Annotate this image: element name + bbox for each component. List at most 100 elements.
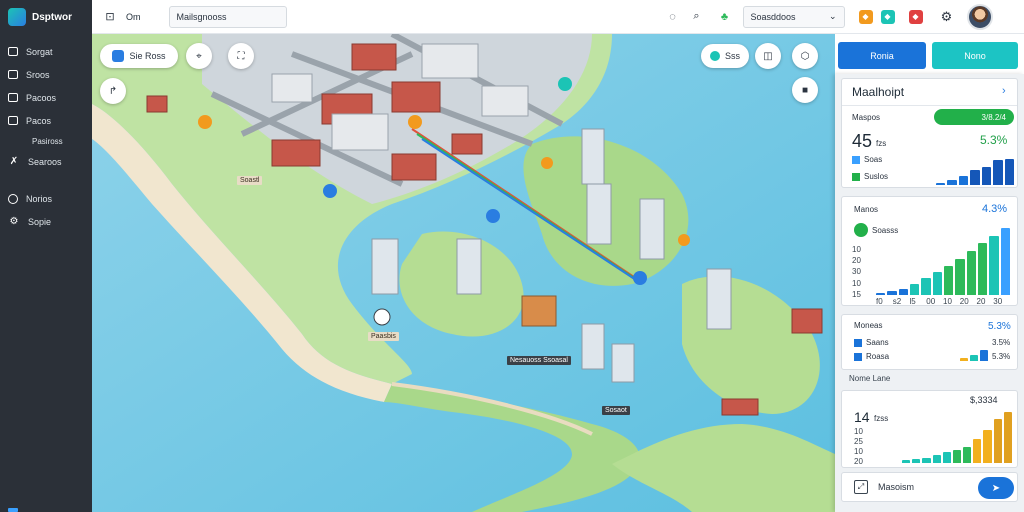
info-icon[interactable]: ◆ [880, 9, 895, 24]
chart-bar [947, 180, 957, 185]
filter-select[interactable]: Soasddoos ⌄ [742, 5, 845, 28]
map-label: Sosaot [602, 406, 630, 415]
card4-value: 14 [854, 409, 870, 425]
check-icon [854, 223, 868, 237]
avatar[interactable] [966, 3, 993, 30]
menu-label[interactable]: Om [126, 12, 141, 22]
leaf-icon[interactable]: ♣ [717, 9, 733, 25]
legend-swatch [852, 155, 860, 164]
layers-alt-icon[interactable]: ⬡ [792, 43, 818, 69]
card3-value: 5.3% [992, 352, 1011, 361]
sidebar-item-7[interactable]: Norios [0, 187, 92, 210]
legend-item: Soas [852, 155, 882, 164]
sidebar-item-5[interactable]: ✗ Searoos [0, 150, 92, 173]
chevron-down-icon: ⌄ [828, 11, 837, 21]
fullscreen-icon[interactable]: ⛶ [228, 43, 254, 69]
footer-row: ⤢ Masoism [854, 480, 914, 494]
gear-icon[interactable]: ⚙ [939, 9, 955, 25]
search-input[interactable]: Mailsgnooss [168, 5, 287, 28]
tick-label: 20 [959, 297, 969, 306]
chart-bar [963, 446, 972, 463]
app-logo-icon [8, 8, 26, 26]
sidebar-item-label: Sopie [28, 216, 52, 227]
sidebar-item-label: Sroos [26, 69, 50, 80]
chart-bar [921, 278, 931, 295]
sidebar-item-label: Norios [26, 193, 53, 204]
volume-card: 14 fzss $,3334 10 25 10 20 [841, 390, 1018, 468]
sidebar-item-6[interactable] [0, 173, 92, 512]
circle-icon [8, 193, 18, 204]
chart-bar [910, 284, 920, 295]
sidebar-item-label: Pacoos [26, 92, 57, 103]
send-button[interactable]: ➤ [978, 477, 1014, 499]
card2-percent: 4.3% [982, 203, 1008, 215]
legend-item: Roasa [854, 352, 889, 361]
map-canvas [92, 34, 835, 512]
legend-swatch [854, 338, 862, 347]
expand-icon[interactable]: ⤢ [854, 480, 868, 494]
legend-item: Suslos [852, 172, 888, 181]
search-value: Mailsgnooss [176, 11, 227, 22]
panel-title: Maalhoipt [852, 85, 905, 99]
stats-panel: Maalhoipt › Maspos 3/8.2/4 45 fzs 5.3% S… [835, 74, 1024, 512]
camera-icon[interactable]: ◫ [755, 43, 781, 69]
chart-bar [970, 354, 978, 361]
card1-label: Maspos [852, 113, 881, 122]
locate-icon[interactable]: ⌖ [186, 43, 212, 69]
chart-bar [993, 418, 1002, 463]
sidebar-item-4[interactable]: Pasiross [0, 132, 92, 150]
summary-card: Maalhoipt › Maspos 3/8.2/4 45 fzs 5.3% S… [841, 78, 1018, 188]
chart-bar [980, 349, 988, 361]
chevron-right-icon[interactable]: › [1002, 85, 1006, 97]
sidebar-item-1[interactable]: Sroos [0, 63, 92, 86]
tick-label: 20 [854, 457, 863, 466]
legend-label: Suslos [864, 172, 889, 181]
zoom-pill[interactable]: Sss [701, 44, 749, 68]
tick-label: 15 [852, 289, 861, 299]
zoom-label: Sss [724, 51, 740, 61]
map-view[interactable]: Sie Ross ⌖ ⛶ ↱ Sss ◫ ⬡ ■ Soastl Paasbis … [92, 34, 835, 512]
menu-icon[interactable]: ⊡ [102, 9, 118, 25]
sidebar-item-0[interactable]: Sorgat [0, 40, 92, 63]
chart-bar [1000, 228, 1010, 295]
sidebar-item-label: Pasiross [32, 136, 63, 146]
sidebar-item-3[interactable]: Pacos [0, 109, 92, 132]
card4-chart [902, 409, 1012, 463]
chart-bar [973, 438, 982, 463]
settings-icon: ⚙ [9, 216, 19, 227]
chart-bar [970, 169, 980, 185]
route-icon[interactable]: ↱ [100, 78, 126, 104]
card3-percent: 5.3% [988, 321, 1011, 332]
card3-chart [960, 345, 988, 361]
section-label: Nome Lane [849, 374, 891, 383]
map-label: Soastl [237, 176, 263, 185]
sidebar: Dsptwor Sorgat Sroos Pacoos Pacos Pasiro… [0, 0, 92, 512]
top-bar: ⊡ Om Mailsgnooss ◌ ⌕ ♣ Soasddoos ⌄ ◆ ◆ ◆… [92, 0, 1024, 34]
layers-icon [112, 50, 125, 62]
chart-bar [912, 458, 921, 463]
layer-label: Sie Ross [129, 51, 166, 61]
flag-icon[interactable]: ◆ [908, 9, 923, 24]
chart-bar [902, 460, 911, 463]
tick-label: 10 [854, 447, 863, 456]
search-icon[interactable]: ⌕ [689, 9, 705, 25]
brand[interactable]: Dsptwor [0, 0, 92, 34]
chat-icon[interactable]: ◌ [665, 9, 681, 25]
secondary-button[interactable]: Nono [932, 42, 1018, 69]
panel-footer: ⤢ Masoism ➤ [841, 472, 1018, 502]
y-axis: 10 25 10 20 [854, 427, 868, 467]
alert-icon[interactable]: ◆ [858, 9, 873, 24]
layers-icon [8, 47, 18, 56]
sidebar-item-2[interactable]: Pacoos [0, 86, 92, 109]
primary-button[interactable]: Ronia [838, 42, 926, 69]
chart-bar [955, 258, 965, 295]
sidebar-item-8[interactable]: ⚙ Sopie [0, 210, 92, 233]
record-icon[interactable]: ■ [792, 77, 818, 103]
layer-toggle[interactable]: Sie Ross [100, 44, 178, 68]
divider [842, 105, 1017, 106]
card2-label: Manos [854, 205, 879, 214]
tick-label: 20 [976, 297, 986, 306]
map-label: Nesauoss Ssoasal [507, 356, 571, 365]
filter-value: Soasddoos [750, 11, 796, 22]
card1-value: 45 [852, 131, 873, 151]
